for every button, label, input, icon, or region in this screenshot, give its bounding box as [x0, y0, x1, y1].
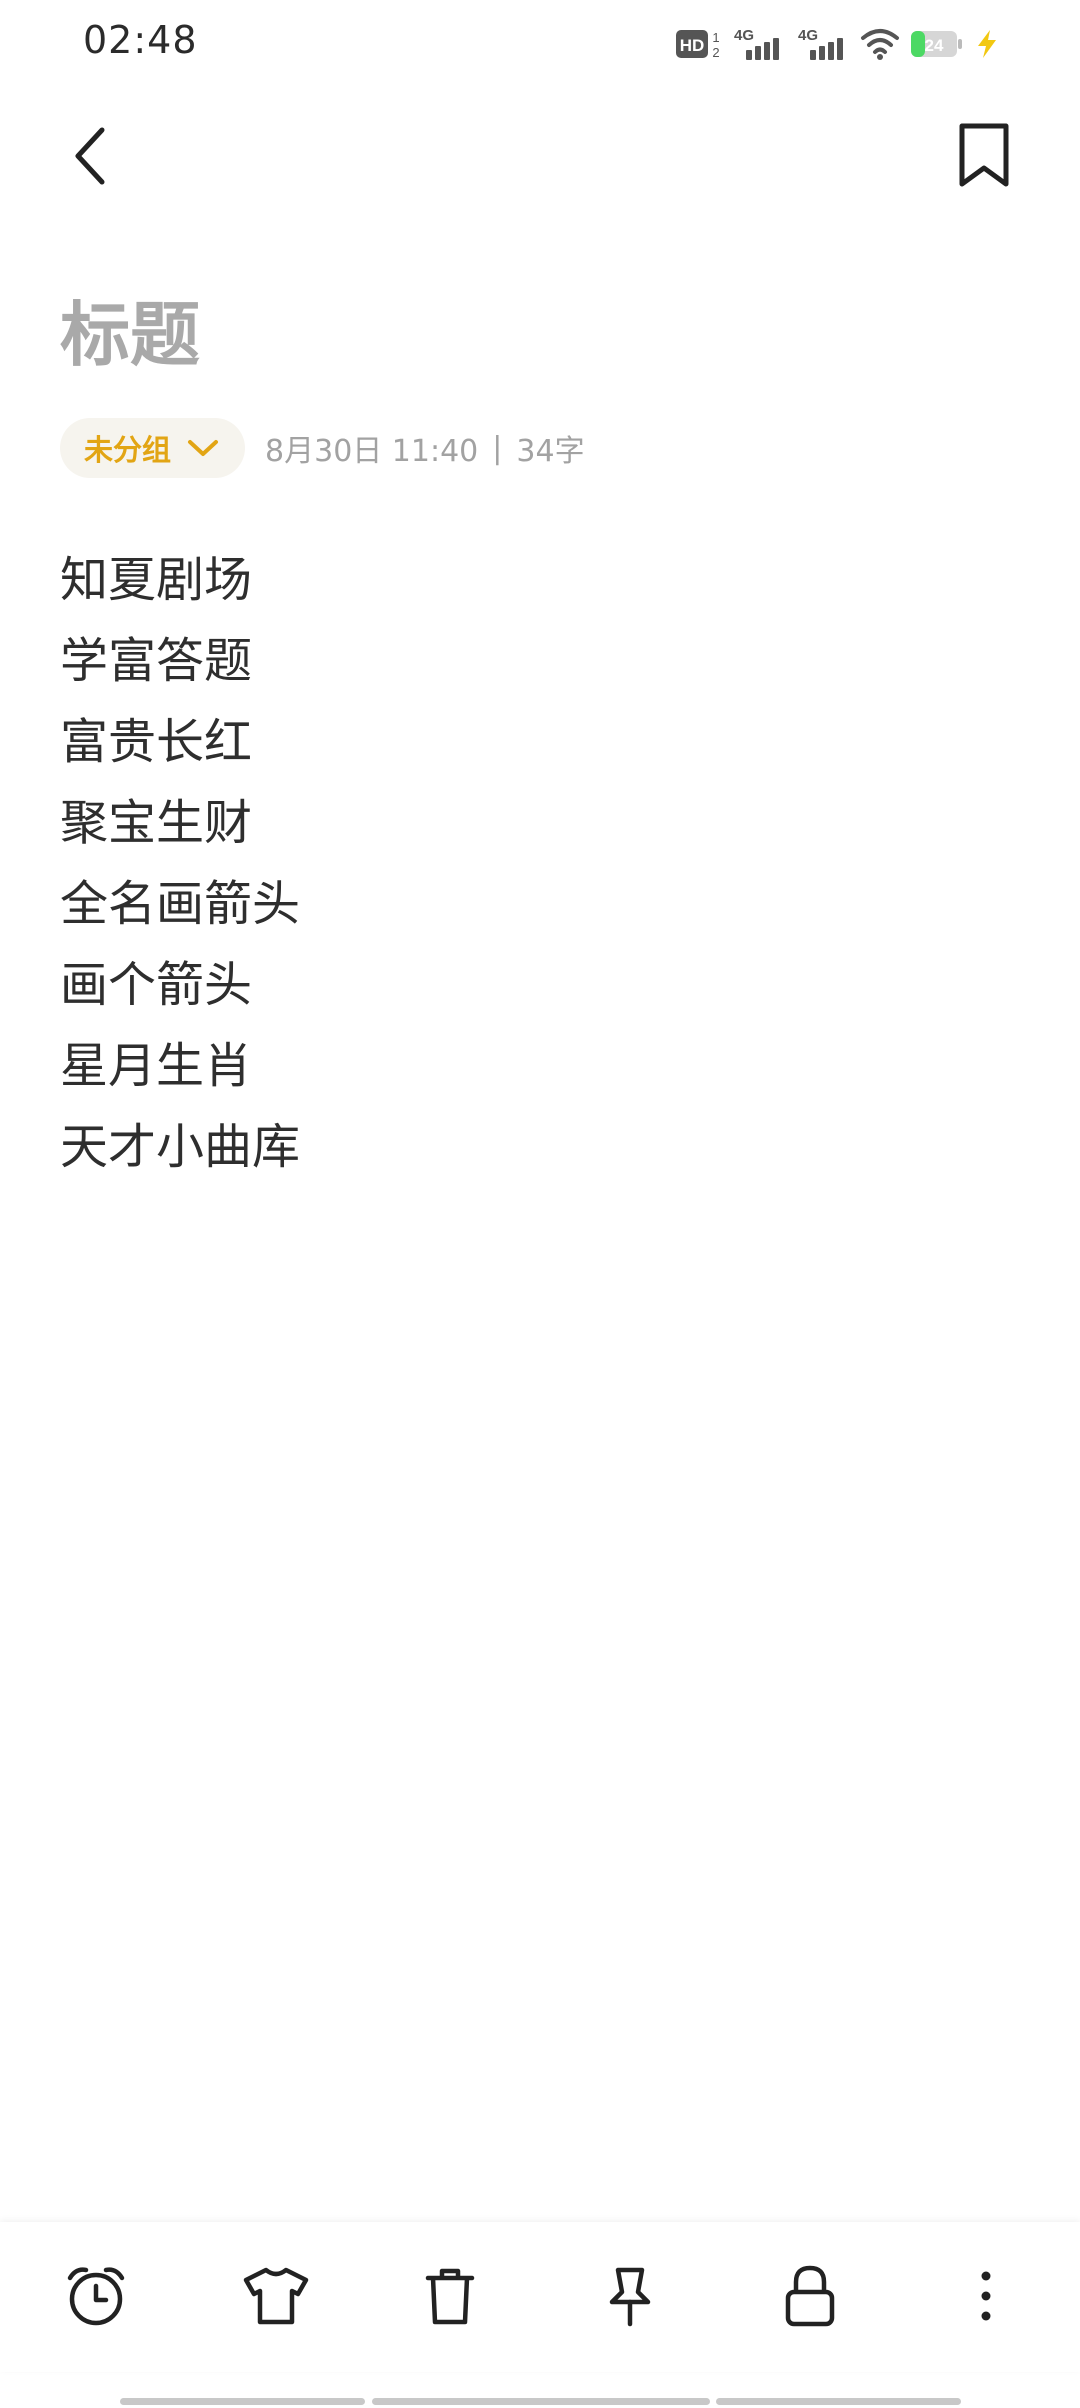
svg-text:4G: 4G — [734, 27, 754, 44]
alarm-icon — [67, 2267, 125, 2326]
svg-text:2: 2 — [712, 45, 719, 60]
bookmark-button[interactable] — [952, 120, 1016, 192]
bottom-toolbar — [0, 2222, 1080, 2372]
note-info: 8月30日 11:40 | 34字 — [265, 426, 585, 470]
note-date: 8月30日 11:40 — [265, 434, 479, 469]
word-count: 34字 — [516, 434, 585, 469]
chevron-down-icon — [188, 440, 219, 456]
lock-icon — [785, 2265, 835, 2327]
note-line[interactable]: 画个箭头 — [60, 945, 300, 1026]
status-time: 02:48 — [83, 18, 198, 62]
svg-text:24: 24 — [925, 36, 944, 55]
note-title-input[interactable]: 标题 — [60, 300, 200, 370]
gesture-bar — [0, 2398, 1080, 2408]
battery-icon: 24 — [911, 31, 962, 57]
svg-text:1: 1 — [712, 30, 719, 45]
back-arrow-icon — [75, 127, 105, 185]
note-line[interactable]: 星月生肖 — [60, 1026, 300, 1107]
bookmark-icon — [959, 123, 1009, 187]
note-line[interactable]: 聚宝生财 — [60, 783, 300, 864]
group-selector[interactable]: 未分组 — [60, 418, 246, 478]
note-line[interactable]: 富贵长红 — [60, 702, 300, 783]
svg-text:HD: HD — [680, 36, 705, 55]
note-line[interactable]: 学富答题 — [60, 621, 300, 702]
gesture-segment — [120, 2398, 365, 2405]
note-line[interactable]: 全名画箭头 — [60, 864, 300, 945]
signal-4g-icon: 4G — [734, 27, 779, 60]
wifi-icon — [861, 29, 899, 60]
more-icon — [981, 2271, 991, 2321]
hd-icon: HD 1 2 — [676, 30, 720, 60]
theme-shirt-icon — [243, 2267, 309, 2325]
svg-text:4G: 4G — [798, 27, 818, 44]
pin-icon — [609, 2267, 651, 2327]
back-button[interactable] — [64, 120, 128, 192]
alarm-button[interactable] — [60, 2260, 132, 2332]
note-line[interactable]: 知夏剧场 — [60, 540, 300, 621]
lock-button[interactable] — [774, 2260, 846, 2332]
delete-button[interactable] — [414, 2260, 486, 2332]
gesture-segment — [716, 2398, 961, 2405]
pin-button[interactable] — [594, 2260, 666, 2332]
note-line[interactable]: 天才小曲库 — [60, 1107, 300, 1188]
theme-button[interactable] — [240, 2260, 312, 2332]
gesture-segment — [372, 2398, 710, 2405]
status-bar: 02:48 HD 1 2 4G 4G 24 — [0, 0, 1080, 88]
note-meta: 未分组 8月30日 11:40 | 34字 — [60, 418, 585, 478]
status-icons: HD 1 2 4G 4G 24 — [676, 22, 1000, 66]
more-button[interactable] — [950, 2260, 1022, 2332]
note-body[interactable]: 知夏剧场 学富答题 富贵长红 聚宝生财 全名画箭头 画个箭头 星月生肖 天才小曲… — [60, 540, 300, 1188]
group-label: 未分组 — [84, 433, 172, 467]
trash-icon — [425, 2268, 475, 2325]
signal-4g-icon: 4G — [798, 27, 843, 60]
charging-icon — [978, 30, 996, 58]
meta-separator: | — [492, 430, 503, 466]
